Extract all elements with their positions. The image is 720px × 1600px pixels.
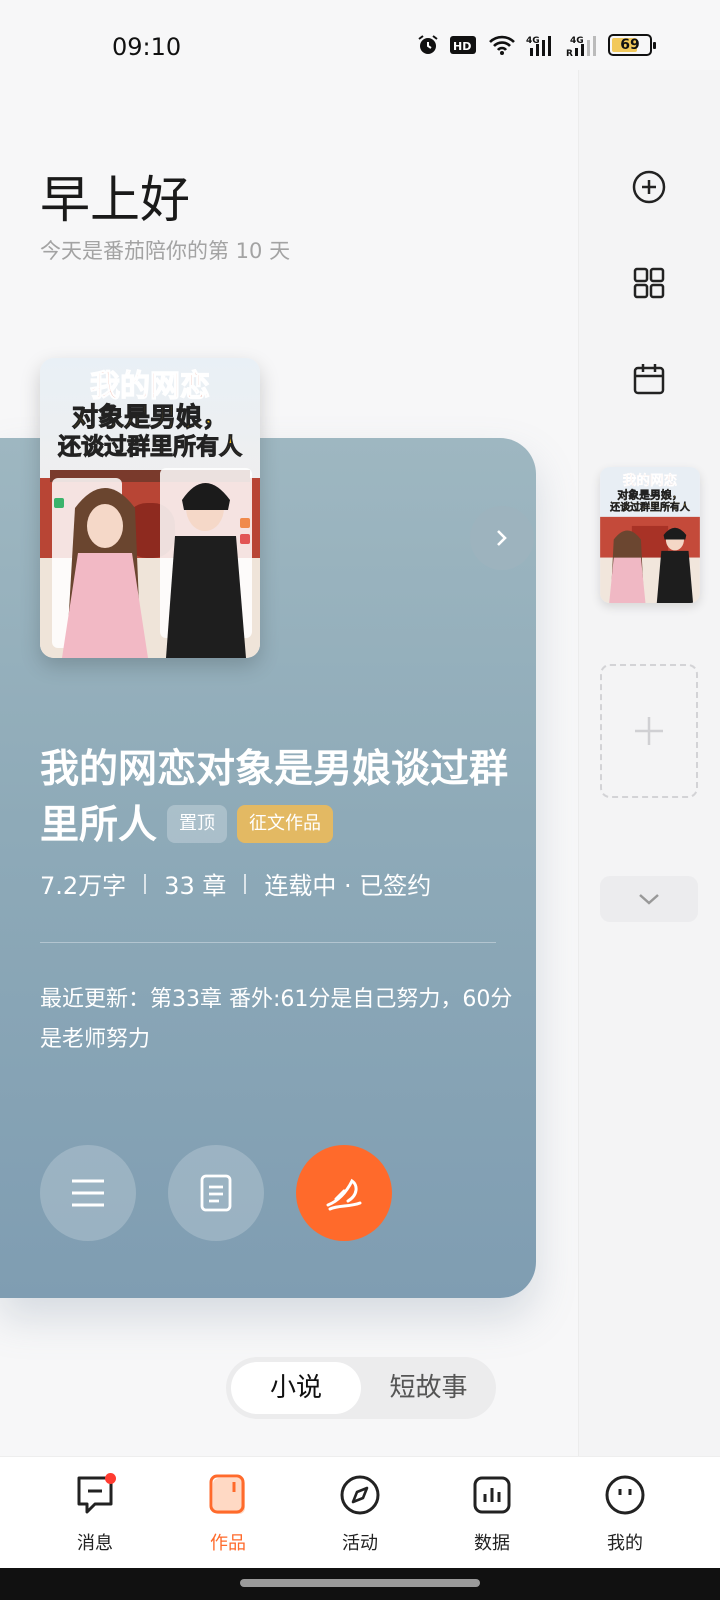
meta-divider	[144, 873, 147, 894]
book-title-block[interactable]: 我的网恋对象是男娘谈过群里所人 置顶 征文作品	[40, 742, 510, 854]
chevron-down-icon	[639, 894, 659, 905]
word-count: 7.2万字	[40, 872, 127, 900]
next-book-button[interactable]	[470, 506, 534, 570]
profile-icon	[605, 1475, 645, 1515]
home-indicator[interactable]	[240, 1579, 480, 1587]
nav-activities[interactable]: 活动	[310, 1471, 410, 1555]
book-cover[interactable]: 我的网恋 对象是男娘， 还谈过群里所有人	[40, 358, 260, 658]
card-divider	[40, 942, 496, 943]
signal-4g-icon: 4G	[526, 34, 556, 56]
svg-text:R: R	[566, 49, 573, 56]
segment-short-story[interactable]: 短故事	[366, 1362, 491, 1414]
book-meta: 7.2万字 33 章 连载中 · 已签约	[40, 866, 431, 901]
expand-button[interactable]	[600, 876, 698, 922]
book-status: 连载中 · 已签约	[264, 872, 432, 900]
nav-messages[interactable]: 消息	[45, 1471, 145, 1555]
nav-profile[interactable]: 我的	[575, 1471, 675, 1555]
book-cover-thumbnail-image: 我的网恋 对象是男娘， 还谈过群里所有人	[600, 467, 700, 603]
chevron-right-icon	[497, 530, 507, 546]
chapter-count: 33 章	[164, 872, 227, 900]
works-icon	[209, 1474, 245, 1514]
write-button[interactable]	[296, 1145, 392, 1241]
svg-text:我的网恋: 我的网恋	[90, 369, 210, 404]
svg-text:对象是男娘，: 对象是男娘，	[72, 402, 228, 433]
greeting-subtitle: 今天是番茄陪你的第 10 天	[40, 239, 291, 263]
status-icons: HD 4G 4G R 69	[416, 34, 656, 56]
grid-view-button[interactable]	[625, 259, 673, 307]
add-book-slot[interactable]	[600, 664, 698, 798]
status-time: 09:10	[112, 33, 182, 61]
content-type-segment: 小说 短故事	[226, 1357, 496, 1419]
compass-icon	[340, 1475, 380, 1515]
hd-icon: HD	[450, 34, 478, 56]
pinned-tag: 置顶	[167, 804, 228, 843]
segment-novel[interactable]: 小说	[231, 1362, 361, 1414]
bottom-nav: 消息 作品 活动 数据 我的	[0, 1456, 720, 1569]
svg-text:对象是男娘，: 对象是男娘，	[617, 488, 682, 502]
rail-book-thumbnail[interactable]: 我的网恋 对象是男娘， 还谈过群里所有人	[600, 467, 700, 603]
book-cover-image: 我的网恋 对象是男娘， 还谈过群里所有人	[40, 358, 260, 658]
draft-button[interactable]	[168, 1145, 264, 1241]
nav-data[interactable]: 数据	[442, 1471, 542, 1555]
battery-icon: 69	[608, 34, 656, 56]
meta-divider	[244, 873, 247, 894]
svg-text:还谈过群里所有人: 还谈过群里所有人	[58, 433, 243, 460]
quill-icon	[326, 1178, 362, 1211]
menu-icon	[72, 1179, 104, 1207]
alarm-icon	[416, 34, 440, 56]
plus-icon	[635, 717, 663, 745]
calendar-icon	[633, 364, 665, 395]
svg-text:HD: HD	[453, 40, 471, 53]
wifi-icon	[488, 34, 516, 56]
latest-update[interactable]: 最近更新：第33章 番外:61分是自己努力，60分是老师努力	[40, 980, 520, 1060]
document-icon	[200, 1174, 232, 1212]
signal-4g-roaming-icon: 4G R	[566, 34, 598, 56]
grid-icon	[633, 267, 665, 299]
plus-circle-icon	[632, 170, 666, 204]
contest-tag: 征文作品	[237, 804, 334, 843]
nav-works[interactable]: 作品	[178, 1471, 278, 1555]
svg-text:我的网恋: 我的网恋	[623, 472, 678, 489]
calendar-button[interactable]	[625, 355, 673, 403]
add-book-button[interactable]	[625, 163, 673, 211]
greeting-title: 早上好	[40, 171, 190, 229]
unread-badge	[105, 1473, 116, 1484]
svg-text:还谈过群里所有人: 还谈过群里所有人	[609, 501, 691, 514]
chart-icon	[473, 1476, 511, 1514]
chapter-list-button[interactable]	[40, 1145, 136, 1241]
